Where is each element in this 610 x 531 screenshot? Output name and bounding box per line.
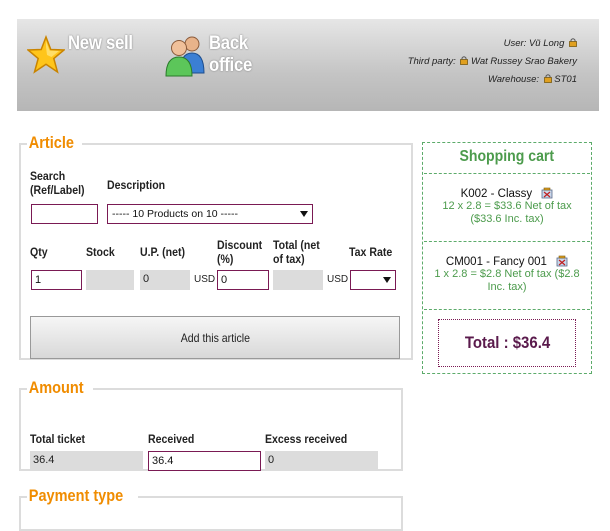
received-label: Received <box>148 432 195 446</box>
stock-field <box>86 270 134 290</box>
add-article-button[interactable]: Add this article <box>30 316 400 359</box>
lock-icon[interactable] <box>569 38 577 47</box>
tax-rate-label: Tax Rate <box>349 245 393 259</box>
currency-label: USD <box>194 274 216 285</box>
excess-received-label: Excess received <box>265 432 348 446</box>
description-select[interactable]: ----- 10 Products on 10 ----- <box>107 204 313 224</box>
cart-title: Shopping cart <box>459 148 555 165</box>
new-sell-button[interactable]: New sell <box>27 33 142 75</box>
qty-label: Qty <box>30 245 48 259</box>
search-label: Search (Ref/Label) <box>30 169 85 197</box>
warehouse-row: Warehouse: ST01 <box>487 74 577 85</box>
chevron-down-icon <box>383 277 391 283</box>
tax-rate-select[interactable] <box>350 270 396 290</box>
unit-price-field: 0 <box>140 270 190 290</box>
qty-input[interactable] <box>31 270 82 290</box>
cart-item-name: CM001 - Fancy 001 <box>445 256 547 268</box>
total-net-field <box>273 270 323 290</box>
cart-item: K002 - Classy 12 x 2.8 = $33.6 Net of ta… <box>423 187 591 226</box>
third-party-row: Third party: Wat Russey Srao Bakery <box>407 56 577 67</box>
users-icon <box>165 36 205 77</box>
delete-item-icon[interactable] <box>556 255 568 267</box>
back-office-button[interactable]: Back office <box>165 33 258 77</box>
total-net-label: Total (net of tax) <box>273 238 320 266</box>
top-bar: New sell Back office User: Vũ Long Third… <box>17 19 599 111</box>
chevron-down-icon <box>300 211 308 217</box>
total-ticket-label: Total ticket <box>30 432 85 446</box>
stock-label: Stock <box>86 245 115 259</box>
article-section: Article Search (Ref/Label) Description -… <box>19 134 413 360</box>
discount-label: Discount (%) <box>217 238 263 266</box>
search-input[interactable] <box>31 204 98 224</box>
cart-item-details: 12 x 2.8 = $33.6 Net of tax ($33.6 Inc. … <box>442 200 572 225</box>
divider <box>424 241 590 242</box>
user-row: User: Vũ Long <box>408 35 577 53</box>
total-ticket-field: 36.4 <box>30 451 143 471</box>
amount-legend: Amount <box>28 379 84 397</box>
new-sell-label: New sell <box>68 33 133 54</box>
divider <box>424 309 590 310</box>
star-icon <box>27 35 65 74</box>
currency-label: USD <box>327 274 349 285</box>
cart-item: CM001 - Fancy 001 1 x 2.8 = $2.8 Net of … <box>423 255 591 294</box>
lock-icon[interactable] <box>543 74 552 83</box>
payment-type-section: Payment type <box>19 487 403 531</box>
user-name: Vũ Long <box>528 38 565 49</box>
user-info: User: Vũ Long Third party: Wat Russey Sr… <box>408 35 577 89</box>
discount-input[interactable] <box>217 270 269 290</box>
cart-item-details: 1 x 2.8 = $2.8 Net of tax ($2.8 Inc. tax… <box>434 268 580 293</box>
shopping-cart: Shopping cart K002 - Classy 12 x 2.8 = $… <box>422 142 592 374</box>
cart-total: Total : $36.4 <box>438 319 576 367</box>
unit-price-label: U.P. (net) <box>140 245 185 259</box>
delete-item-icon[interactable] <box>541 187 553 199</box>
received-input[interactable] <box>148 451 261 471</box>
excess-received-field: 0 <box>265 451 378 471</box>
amount-section: Amount Total ticket Received Excess rece… <box>19 379 403 471</box>
description-label: Description <box>107 178 166 192</box>
payment-type-legend: Payment type <box>28 487 124 505</box>
cart-item-name: K002 - Classy <box>460 188 533 200</box>
lock-icon[interactable] <box>460 56 469 65</box>
back-office-label: Back office <box>209 33 253 76</box>
divider <box>424 173 590 174</box>
warehouse-name: ST01 <box>554 74 577 85</box>
article-legend: Article <box>28 134 74 152</box>
third-party-name: Wat Russey Srao Bakery <box>471 56 577 67</box>
